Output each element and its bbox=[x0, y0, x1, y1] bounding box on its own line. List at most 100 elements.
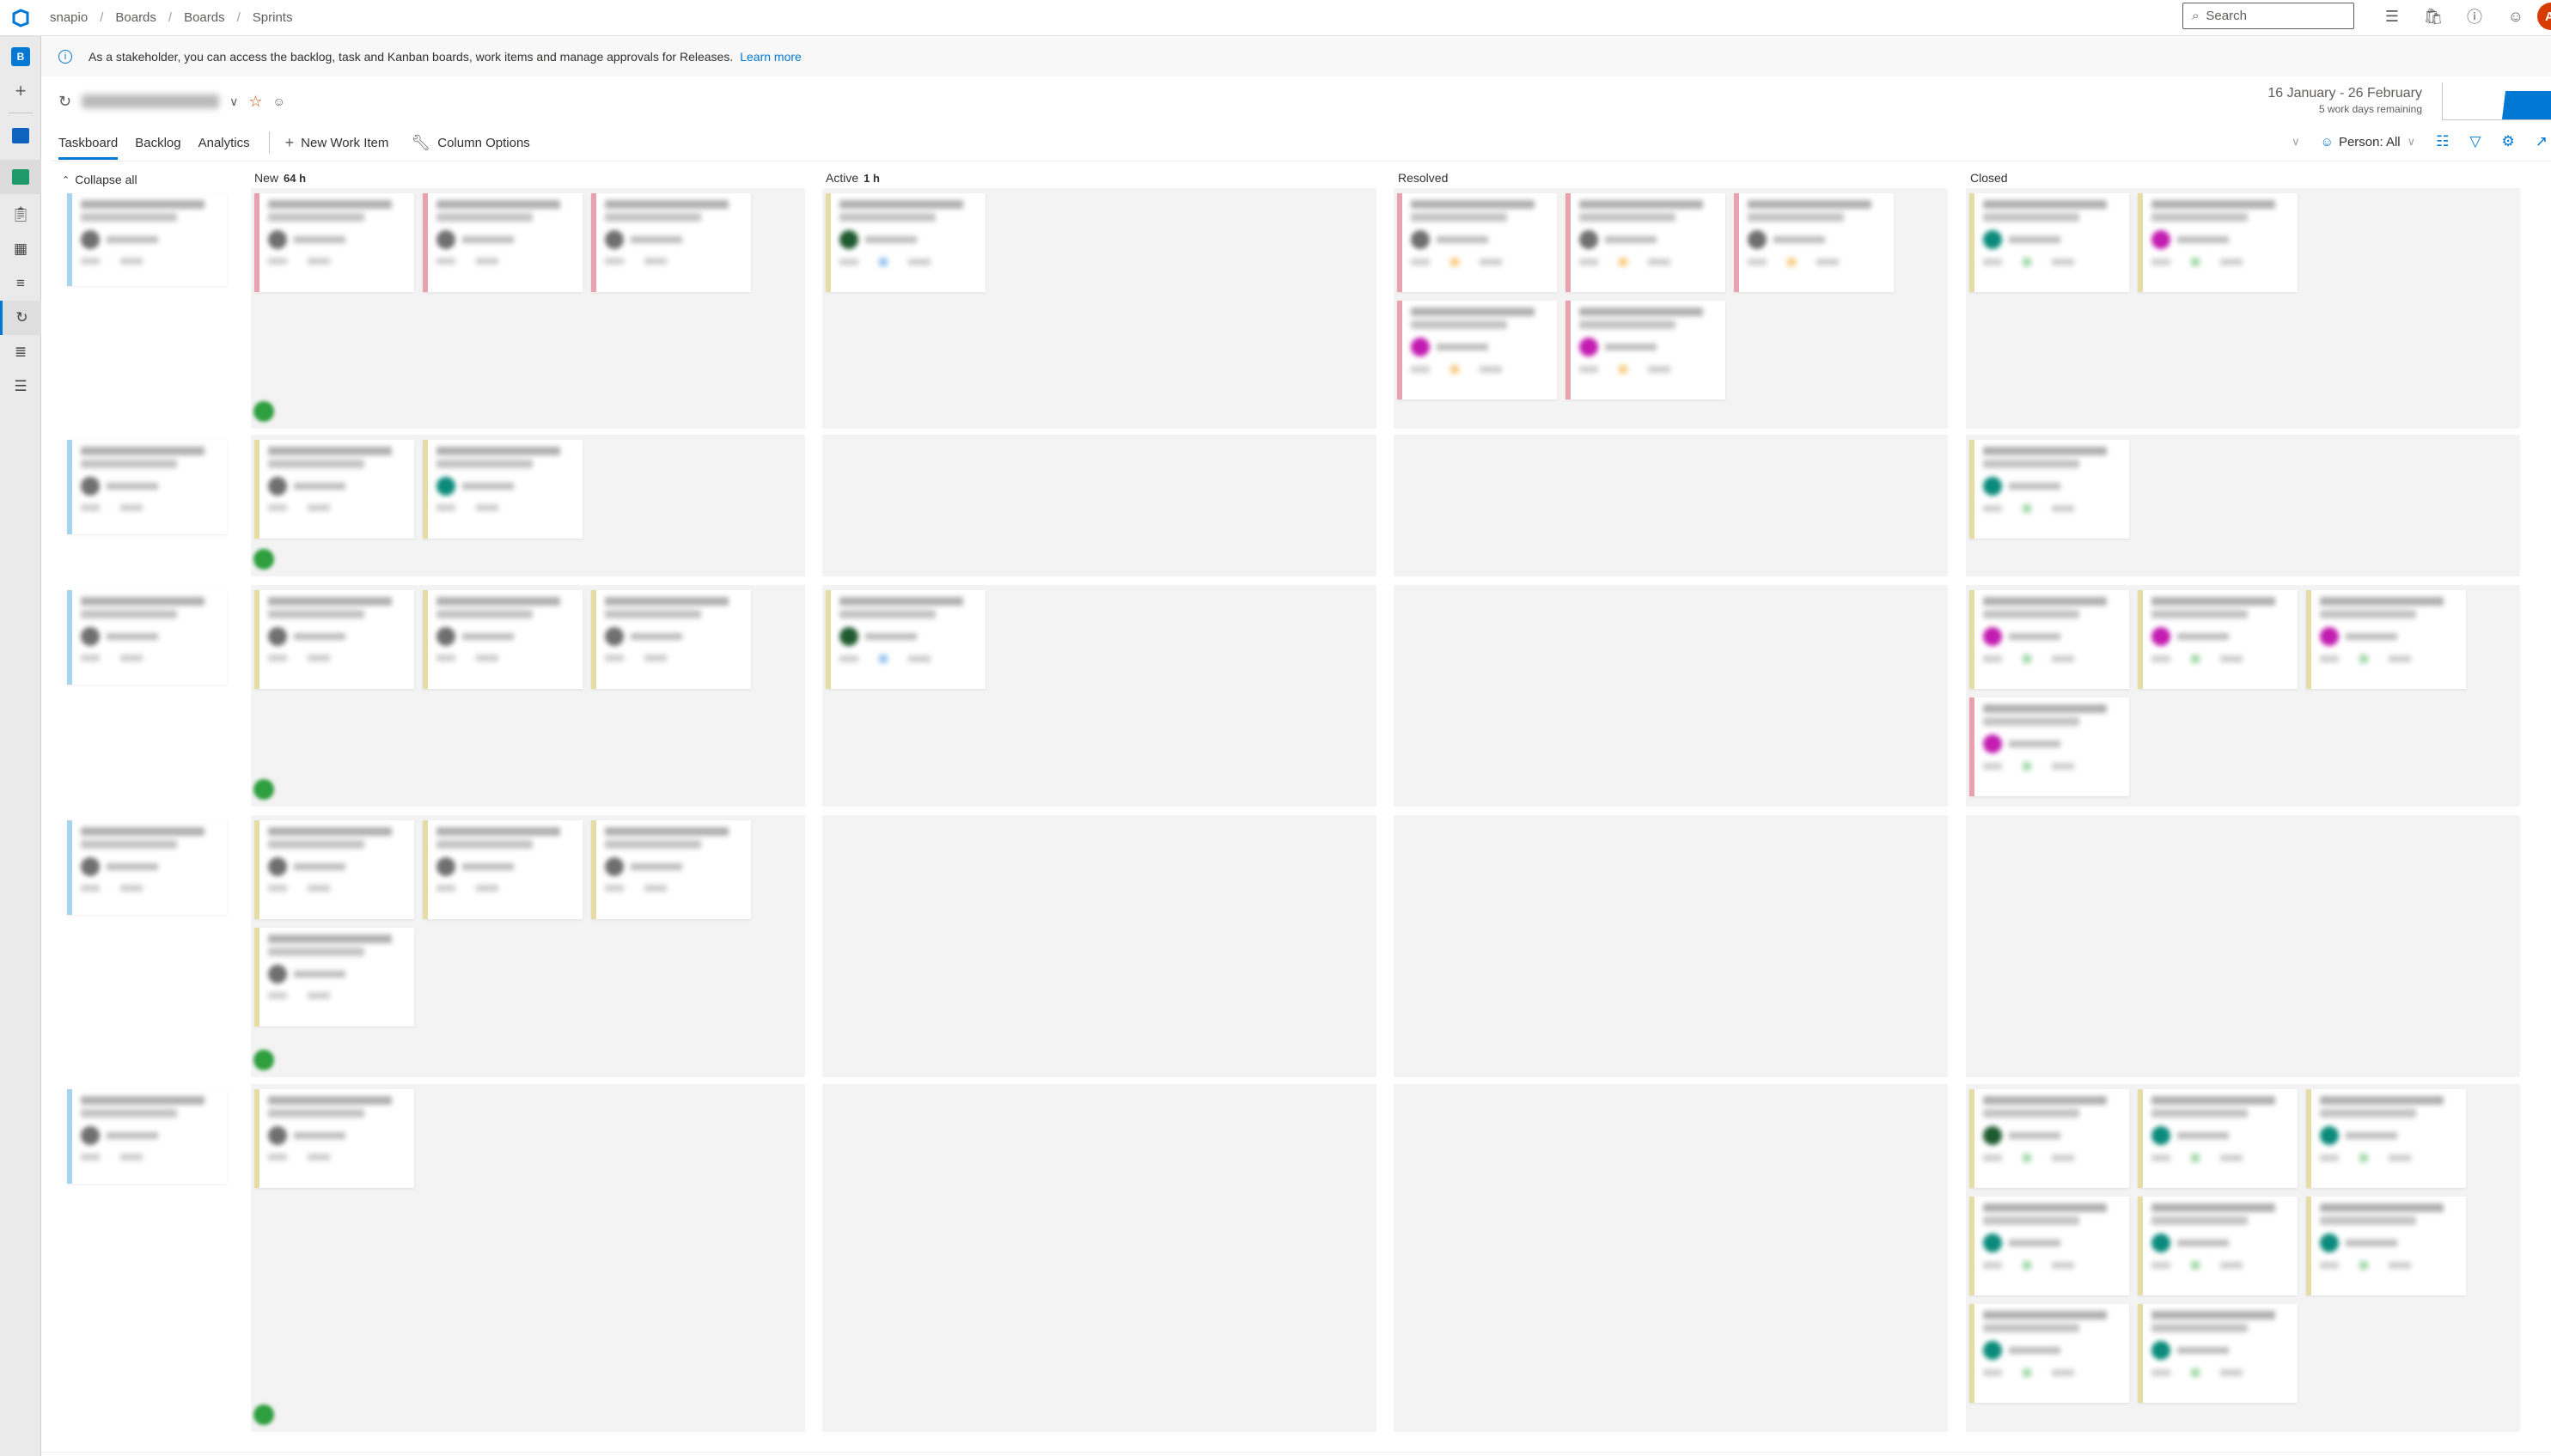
sprints-icon[interactable]: ↻ bbox=[0, 301, 41, 335]
collapse-all-button[interactable]: ⌃ Collapse all bbox=[62, 173, 137, 186]
view-options-icon[interactable]: ☷ bbox=[2436, 133, 2449, 150]
work-item-card[interactable] bbox=[826, 590, 986, 689]
work-item-card[interactable] bbox=[67, 440, 227, 534]
boards-icon[interactable] bbox=[0, 160, 41, 194]
top-icons: ☰ 🛍︎ ⓘ ☺ bbox=[2371, 0, 2536, 33]
state-indicator bbox=[2191, 1154, 2200, 1162]
add-task-button[interactable] bbox=[253, 401, 274, 422]
work-item-card[interactable] bbox=[1969, 1304, 2129, 1403]
user-avatar[interactable]: A bbox=[2537, 3, 2551, 30]
work-item-card[interactable] bbox=[254, 928, 414, 1027]
board-cell[interactable] bbox=[1394, 815, 1948, 1077]
board-cell[interactable] bbox=[822, 435, 1376, 576]
work-item-card[interactable] bbox=[2138, 1089, 2298, 1188]
work-item-card[interactable] bbox=[254, 1089, 414, 1188]
work-item-card[interactable] bbox=[423, 440, 583, 539]
card-content bbox=[1974, 1089, 2129, 1169]
work-item-card[interactable] bbox=[1397, 193, 1557, 292]
breadcrumb-org[interactable]: snapio bbox=[50, 10, 88, 25]
breadcrumb-project[interactable]: Boards bbox=[115, 10, 156, 25]
user-settings-icon[interactable]: ☺ bbox=[2495, 8, 2536, 26]
work-item-card[interactable] bbox=[2306, 1197, 2466, 1295]
queries-icon[interactable]: ≣ bbox=[0, 335, 41, 369]
learn-more-link[interactable]: Learn more bbox=[740, 50, 802, 64]
work-item-card[interactable] bbox=[423, 820, 583, 919]
column-options-button[interactable]: 🔧︎ Column Options bbox=[411, 134, 529, 152]
task-list-icon[interactable]: ☰ bbox=[2371, 8, 2413, 26]
state-indicator bbox=[2023, 1261, 2031, 1270]
work-item-card[interactable] bbox=[2138, 1197, 2298, 1295]
work-item-card[interactable] bbox=[1565, 301, 1725, 399]
overview-icon[interactable] bbox=[0, 119, 41, 153]
delivery-plans-icon[interactable]: ☰ bbox=[0, 369, 41, 404]
work-item-card[interactable] bbox=[1969, 193, 2129, 292]
filter-icon[interactable]: ▽ bbox=[2469, 133, 2481, 150]
board-cell[interactable] bbox=[822, 1084, 1376, 1432]
work-item-card[interactable] bbox=[1969, 1197, 2129, 1295]
settings-gear-icon[interactable]: ⚙ bbox=[2502, 133, 2515, 150]
card-content bbox=[72, 193, 227, 271]
work-item-card[interactable] bbox=[67, 193, 227, 286]
azure-devops-logo-icon[interactable] bbox=[0, 0, 41, 36]
breadcrumb-separator: / bbox=[236, 10, 241, 25]
work-item-card[interactable] bbox=[1397, 301, 1557, 399]
work-item-card[interactable] bbox=[254, 440, 414, 539]
work-item-card[interactable] bbox=[591, 193, 751, 292]
work-item-card[interactable] bbox=[591, 590, 751, 689]
shopping-bag-icon[interactable]: 🛍︎ bbox=[2413, 8, 2454, 26]
work-item-card[interactable] bbox=[826, 193, 986, 292]
work-item-card[interactable] bbox=[1969, 590, 2129, 689]
burndown-chart[interactable] bbox=[2442, 82, 2551, 120]
board-cell[interactable] bbox=[1394, 435, 1948, 576]
add-task-button[interactable] bbox=[253, 549, 274, 570]
work-item-card[interactable] bbox=[1969, 440, 2129, 539]
work-item-card[interactable] bbox=[591, 820, 751, 919]
backlogs-icon[interactable]: ≡ bbox=[0, 266, 41, 301]
work-items-icon[interactable]: 📋︎ bbox=[0, 198, 41, 232]
person-filter-dropdown[interactable]: Person: All bbox=[2339, 135, 2401, 149]
boards-grid-icon[interactable]: ▦ bbox=[0, 232, 41, 266]
add-icon[interactable]: + bbox=[0, 74, 41, 108]
work-item-card[interactable] bbox=[254, 590, 414, 689]
help-icon[interactable]: ⓘ bbox=[2454, 5, 2495, 27]
person-filter-chevron-icon[interactable]: ∨ bbox=[2408, 135, 2416, 149]
work-item-card[interactable] bbox=[2306, 1089, 2466, 1188]
favorite-star-icon[interactable]: ☆ bbox=[248, 93, 262, 111]
team-members-icon[interactable]: ☺ bbox=[272, 94, 284, 108]
work-item-card[interactable] bbox=[67, 820, 227, 915]
tab-backlog[interactable]: Backlog bbox=[135, 125, 180, 160]
work-item-card[interactable] bbox=[254, 193, 414, 292]
work-item-card[interactable] bbox=[1734, 193, 1894, 292]
breadcrumb-sprints[interactable]: Sprints bbox=[253, 10, 293, 25]
work-item-card[interactable] bbox=[1565, 193, 1725, 292]
tab-analytics[interactable]: Analytics bbox=[198, 125, 250, 160]
work-item-card[interactable] bbox=[67, 590, 227, 685]
project-badge[interactable]: B bbox=[0, 40, 41, 74]
add-task-button[interactable] bbox=[253, 1404, 274, 1425]
breadcrumb-boards[interactable]: Boards bbox=[184, 10, 225, 25]
add-task-button[interactable] bbox=[253, 779, 274, 800]
add-task-button[interactable] bbox=[253, 1050, 274, 1070]
board-cell[interactable] bbox=[1966, 815, 2520, 1077]
work-item-card[interactable] bbox=[2138, 193, 2298, 292]
work-item-card[interactable] bbox=[2306, 590, 2466, 689]
work-item-card[interactable] bbox=[1969, 698, 2129, 796]
view-dropdown-chevron-icon[interactable]: ∨ bbox=[2292, 135, 2300, 149]
card-content bbox=[72, 820, 227, 899]
work-item-card[interactable] bbox=[2138, 590, 2298, 689]
work-item-card[interactable] bbox=[1969, 1089, 2129, 1188]
board-cell[interactable] bbox=[1394, 585, 1948, 807]
search-input[interactable]: ⌕ Search bbox=[2182, 3, 2354, 29]
new-work-item-button[interactable]: + New Work Item bbox=[285, 134, 389, 152]
state-indicator bbox=[1787, 258, 1796, 266]
tab-taskboard[interactable]: Taskboard bbox=[58, 125, 119, 160]
work-item-card[interactable] bbox=[2138, 1304, 2298, 1403]
work-item-card[interactable] bbox=[423, 193, 583, 292]
sprint-dropdown-chevron-icon[interactable]: ∨ bbox=[229, 94, 238, 109]
work-item-card[interactable] bbox=[423, 590, 583, 689]
work-item-card[interactable] bbox=[254, 820, 414, 919]
board-cell[interactable] bbox=[822, 815, 1376, 1077]
board-cell[interactable] bbox=[1394, 1084, 1948, 1432]
fullscreen-expand-icon[interactable]: ↗ bbox=[2536, 133, 2548, 150]
work-item-card[interactable] bbox=[67, 1089, 227, 1184]
